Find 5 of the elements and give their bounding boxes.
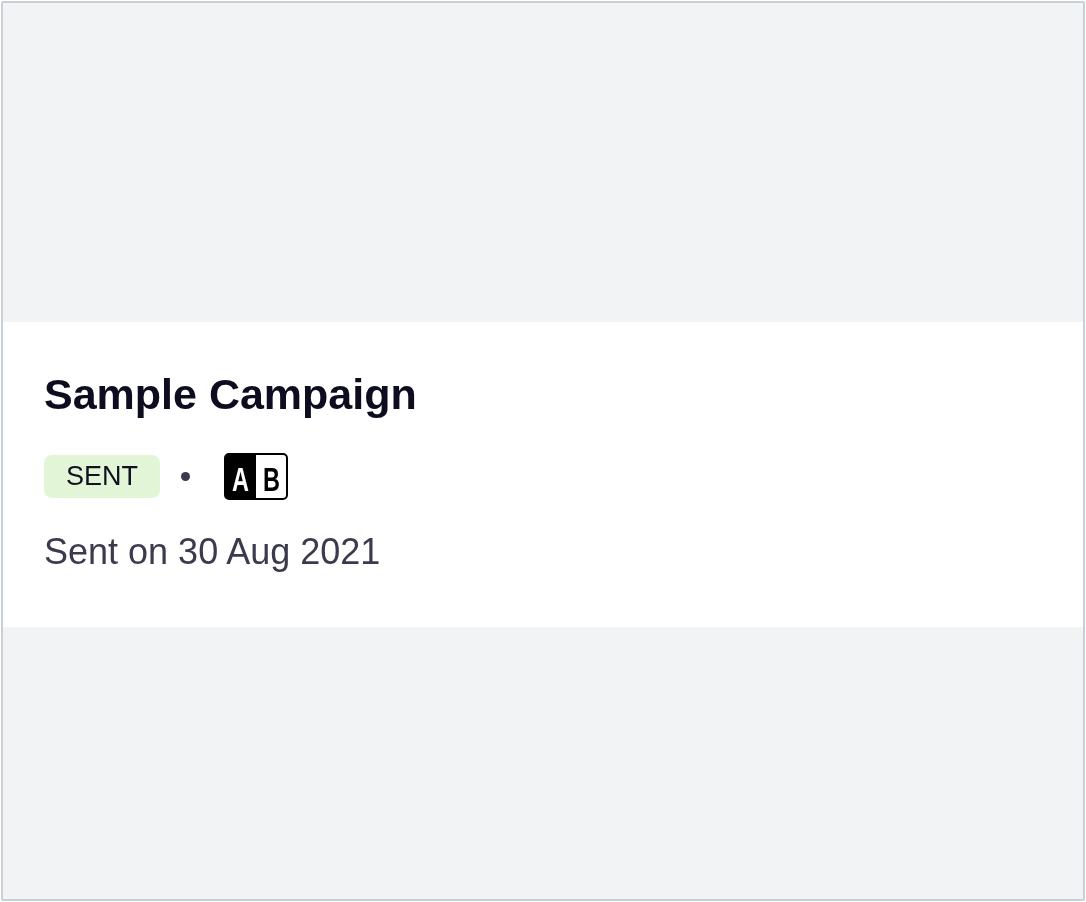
status-badge: SENT [44, 455, 160, 499]
campaign-title: Sample Campaign [44, 369, 417, 420]
separator-dot-icon [181, 472, 190, 482]
sent-date: Sent on 30 Aug 2021 [44, 529, 381, 573]
ab-test-icon: A B [224, 453, 288, 501]
